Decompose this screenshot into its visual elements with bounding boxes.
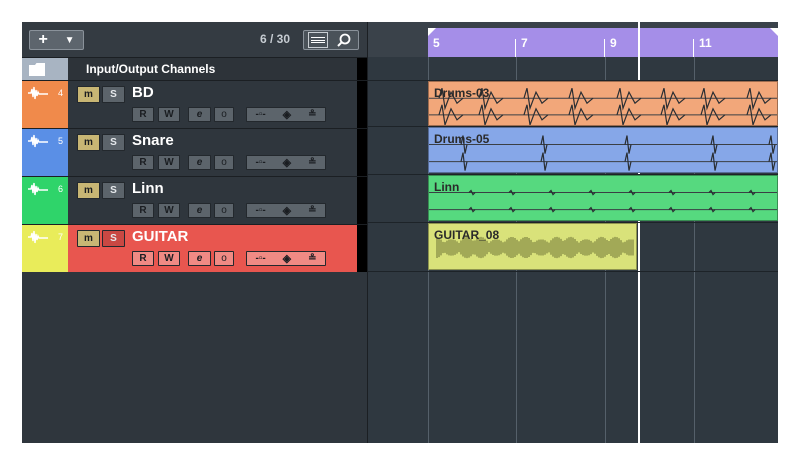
track-row[interactable]: 5 m S Snare R We o -▫- ◈ ≗	[22, 128, 367, 176]
folder-lane-icon[interactable]: ≗	[308, 205, 316, 216]
daw-window: + ▼ 6 / 30 Input/Output Channels 4 m S B…	[22, 22, 778, 443]
event-linn[interactable]: Linn	[428, 175, 778, 221]
lanes-icon[interactable]: -▫-	[255, 253, 265, 264]
solo-button[interactable]: S	[102, 182, 125, 199]
read-automation-button[interactable]: R	[132, 251, 154, 266]
ruler-tick	[515, 39, 516, 57]
write-automation-button[interactable]: W	[158, 251, 180, 266]
freeze-icon[interactable]: ◈	[283, 156, 291, 169]
left-locator-icon[interactable]	[428, 28, 436, 36]
chevron-down-icon: ▼	[64, 34, 75, 46]
edit-channel-button[interactable]: e	[188, 107, 211, 122]
insert-controls: -▫- ◈ ≗	[246, 107, 326, 122]
event-drums-03[interactable]: Drums-03	[428, 81, 778, 126]
track-edge	[357, 129, 367, 176]
monitor-button[interactable]: o	[214, 107, 234, 122]
track-edge	[357, 58, 367, 80]
bar-label: 7	[521, 36, 528, 50]
event-guitar-08[interactable]: GUITAR_08	[428, 223, 637, 270]
audio-waveform-icon	[28, 182, 48, 196]
track-number: 5	[58, 136, 64, 146]
folder-lane-icon[interactable]: ≗	[308, 253, 316, 264]
ruler[interactable]: 5 7 9 11	[368, 22, 778, 57]
monitor-button[interactable]: o	[214, 155, 234, 170]
freeze-icon[interactable]: ◈	[283, 204, 291, 217]
track-edge	[357, 225, 367, 272]
track-row[interactable]: 7 m S GUITAR R We o -▫- ◈ ≗	[22, 224, 367, 272]
plus-icon: +	[38, 31, 48, 48]
solo-button[interactable]: S	[102, 134, 125, 151]
write-automation-button[interactable]: W	[158, 155, 180, 170]
event-label: Drums-03	[434, 86, 490, 100]
freeze-icon[interactable]: ◈	[283, 108, 291, 121]
arrange-area[interactable]: 5 7 9 11 Drums-03 Drums-05 Linn GUITAR_0…	[368, 22, 778, 443]
track-list-panel: + ▼ 6 / 30 Input/Output Channels 4 m S B…	[22, 22, 368, 443]
event-waveform	[429, 189, 777, 213]
track-name[interactable]: Linn	[132, 180, 164, 197]
event-drums-05[interactable]: Drums-05	[428, 127, 778, 173]
insert-controls: -▫- ◈ ≗	[246, 203, 326, 218]
locator-range[interactable]	[428, 28, 778, 57]
ruler-tick	[604, 39, 605, 57]
track-row[interactable]: 4 m S BD R We o -▫- ◈ ≗	[22, 80, 367, 128]
io-channels-label: Input/Output Channels	[86, 62, 216, 76]
track-edge	[357, 177, 367, 224]
lanes-icon[interactable]: -▫-	[255, 205, 265, 216]
audio-waveform-icon	[28, 134, 48, 148]
folder-lane-icon[interactable]: ≗	[308, 157, 316, 168]
track-row[interactable]: 6 m S Linn R We o -▫- ◈ ≗	[22, 176, 367, 224]
track-number: 6	[58, 184, 64, 194]
read-automation-button[interactable]: R	[132, 203, 154, 218]
list-view-icon[interactable]	[308, 32, 328, 48]
io-channels-row[interactable]: Input/Output Channels	[22, 57, 367, 80]
monitor-button[interactable]: o	[214, 251, 234, 266]
track-number: 4	[58, 88, 64, 98]
view-search-group	[303, 30, 359, 50]
add-track-button[interactable]: + ▼	[29, 30, 84, 50]
lanes-icon[interactable]: -▫-	[255, 109, 265, 120]
edit-channel-button[interactable]: e	[188, 155, 211, 170]
audio-waveform-icon	[28, 230, 48, 244]
edit-channel-button[interactable]: e	[188, 251, 211, 266]
folder-lane-icon[interactable]: ≗	[308, 109, 316, 120]
track-number: 7	[58, 232, 64, 242]
search-icon[interactable]	[336, 33, 352, 48]
track-name[interactable]: BD	[132, 84, 154, 101]
edit-channel-button[interactable]: e	[188, 203, 211, 218]
right-locator-icon[interactable]	[770, 28, 778, 36]
track-count: 6 / 30	[260, 32, 291, 46]
ruler-tick	[693, 39, 694, 57]
event-label: Linn	[434, 180, 460, 194]
mute-button[interactable]: m	[77, 86, 100, 103]
solo-button[interactable]: S	[102, 230, 125, 247]
mute-button[interactable]: m	[77, 230, 100, 247]
insert-controls: -▫- ◈ ≗	[246, 155, 326, 170]
monitor-button[interactable]: o	[214, 203, 234, 218]
event-label: GUITAR_08	[434, 228, 500, 242]
read-automation-button[interactable]: R	[132, 155, 154, 170]
freeze-icon[interactable]: ◈	[283, 252, 291, 265]
lanes-icon[interactable]: -▫-	[255, 157, 265, 168]
track-list-toolbar: + ▼ 6 / 30	[22, 22, 367, 57]
folder-icon	[29, 63, 45, 76]
event-label: Drums-05	[434, 132, 490, 146]
track-name[interactable]: GUITAR	[132, 228, 188, 245]
track-name[interactable]: Snare	[132, 132, 174, 149]
solo-button[interactable]: S	[102, 86, 125, 103]
insert-controls: -▫- ◈ ≗	[246, 251, 326, 266]
bar-label: 9	[610, 36, 617, 50]
bar-label: 5	[433, 36, 440, 50]
write-automation-button[interactable]: W	[158, 107, 180, 122]
read-automation-button[interactable]: R	[132, 107, 154, 122]
track-edge	[357, 81, 367, 128]
audio-waveform-icon	[28, 86, 48, 100]
bar-label: 11	[699, 36, 712, 50]
write-automation-button[interactable]: W	[158, 203, 180, 218]
folder-strip	[22, 58, 68, 80]
mute-button[interactable]: m	[77, 134, 100, 151]
mute-button[interactable]: m	[77, 182, 100, 199]
